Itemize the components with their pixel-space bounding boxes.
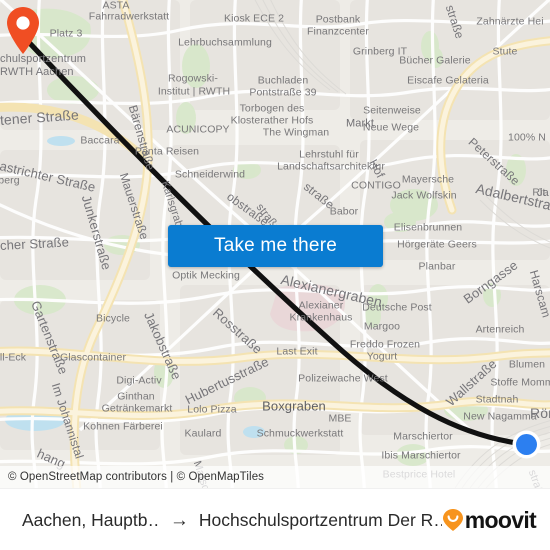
map-street-label: cher Straße [0, 234, 70, 253]
map-label: Stute [492, 45, 518, 58]
map-label: Eiscafe Gelateria [407, 74, 489, 87]
map-label: Kiosk ECE 2 [223, 12, 285, 25]
map-label: Fahrradwerkstatt [88, 10, 170, 23]
route-summary[interactable]: Aachen, Hauptb… → Hochschulsportzentrum … [0, 510, 442, 531]
map-label: ACUNICOPY [166, 123, 230, 136]
map-label: Boxgraben [262, 398, 326, 414]
map-label: Institut | RWTH [157, 85, 231, 98]
destination-map-dot-icon[interactable] [512, 430, 541, 459]
map-label: Blumen [508, 358, 546, 371]
map-label: Kaulard [184, 427, 222, 440]
map-label: ll-Eck [0, 351, 27, 364]
take-me-there-button[interactable]: Take me there [168, 225, 383, 267]
map-label: Planbar [418, 260, 456, 273]
map-label: Babor [329, 205, 359, 218]
map-label: Markt [346, 117, 374, 130]
moovit-wordmark: moovit [464, 506, 537, 533]
map-label: Zahnärzte Hei [476, 15, 544, 28]
map-label: Mayersche [401, 173, 455, 186]
moovit-map-screen: Platz 3 ASTA Fahrradwerkstatt Kiosk ECE 2 Po… [0, 0, 550, 550]
map-label: Polizeiwache West [298, 372, 388, 385]
moovit-pin-logo-icon [442, 509, 463, 531]
map-label: Optik Mecking [172, 269, 240, 282]
map-label: Getränkemarkt [101, 402, 173, 415]
map-street-label: Ja [537, 187, 549, 199]
map-label: Margoo [363, 320, 401, 333]
map-label: Digi-Activ [116, 374, 162, 387]
route-footer-bar: Aachen, Hauptb… → Hochschulsportzentrum … [0, 488, 550, 550]
map-label: Ginthan [117, 390, 155, 403]
map-label: Buchladen [257, 74, 309, 87]
map-label: Postbank [315, 13, 361, 26]
moovit-brand[interactable]: moovit [442, 507, 550, 534]
map-label: Jack Wolfskin [391, 189, 457, 202]
map-label: Lehrstuhl für [299, 148, 359, 161]
map-label: New Nagamma [463, 410, 537, 423]
map-label: Alexianer [298, 299, 344, 312]
map-label: 100% N [508, 131, 546, 144]
map-label: Schmuckwerkstatt [256, 427, 344, 440]
map-attribution: © OpenStreetMap contributors | © OpenMap… [0, 466, 550, 488]
arrow-right-icon: → [169, 509, 189, 531]
map-label: Stoffe Momm [490, 376, 550, 389]
route-origin-label: Aachen, Hauptb… [22, 509, 160, 530]
map-label: Stadtnah [475, 393, 519, 406]
take-me-there-label: Take me there [214, 235, 337, 256]
map-label: Last Exit [276, 345, 318, 358]
map-label: Lehrbuchsammlung [178, 36, 272, 49]
map-label: Elisenbrunnen [393, 221, 463, 234]
map-label: Finanzcenter [307, 25, 369, 38]
map-label: Hörgeräte Geers [397, 238, 477, 251]
map-street-label: Röm [530, 405, 550, 421]
map-label: Bücher Galerie [399, 54, 471, 67]
map-label: Glascontainer [59, 351, 127, 364]
map-label: Platz 3 [49, 27, 83, 40]
map-label: Klosterather Hofs [230, 114, 314, 127]
map-label: Ibis Marschiertor [381, 449, 461, 462]
map-street-label: RWTH Aachen [0, 66, 74, 78]
map-label: The Wingman [262, 126, 330, 139]
map-label: Schneiderwind [174, 168, 246, 181]
map-label: Artenreich [475, 323, 525, 336]
map-label: Pontstraße 39 [249, 86, 317, 99]
map-label: Seitenweise [363, 104, 421, 117]
origin-map-pin-icon[interactable] [5, 6, 41, 56]
map-label: Lolo Pizza [187, 403, 237, 416]
map-label: Baccara [80, 134, 120, 147]
map-label: Kohnen Färberei [83, 420, 163, 433]
map-canvas[interactable]: Platz 3 ASTA Fahrradwerkstatt Kiosk ECE 2 Po… [0, 0, 550, 488]
map-label: Marschiertor [393, 430, 453, 443]
route-destination-label: Hochschulsportzentrum Der R… [198, 509, 442, 530]
map-label: Rogowski- [168, 72, 218, 85]
map-label: Bicycle [96, 312, 130, 325]
map-label: Yogurt [366, 350, 398, 363]
map-label: Krankenhaus [289, 311, 353, 324]
map-attribution-text: © OpenStreetMap contributors | © OpenMap… [8, 471, 265, 483]
map-label: Freddo Frozen [349, 338, 421, 351]
map-label: MBE [328, 412, 352, 425]
map-label: Torbogen des [239, 102, 305, 115]
